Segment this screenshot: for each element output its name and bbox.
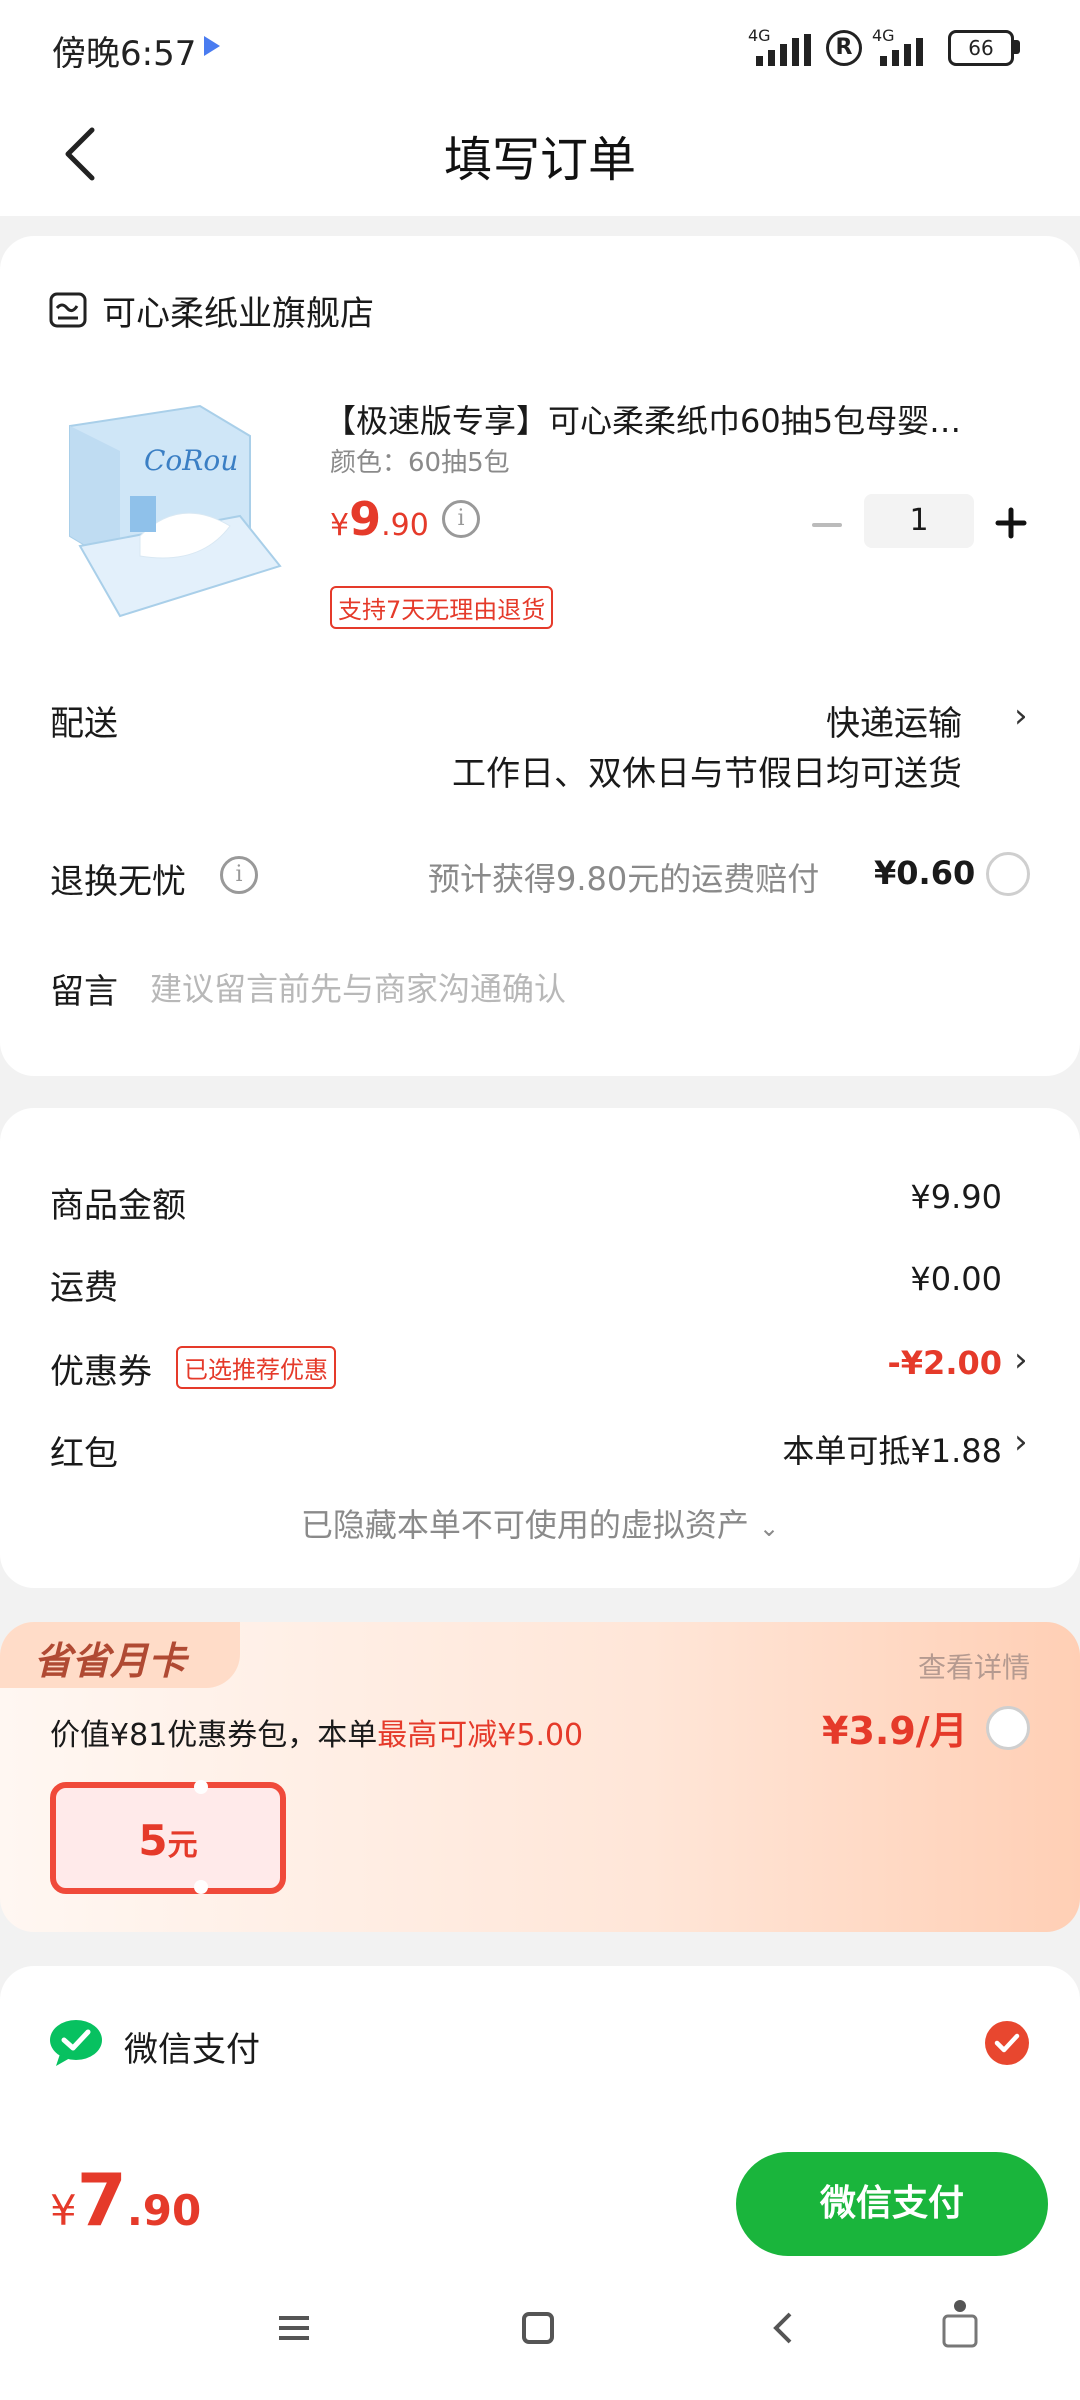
- monthly-card-desc: 价值¥81优惠券包，本单最高可减¥5.00: [50, 1710, 583, 1754]
- product-brand-text: CoRou: [144, 444, 239, 477]
- nav-header: 填写订单: [0, 96, 1080, 216]
- video-app-icon: [204, 36, 220, 56]
- price-decimal: .90: [381, 508, 429, 543]
- delivery-method[interactable]: 快递运输: [826, 696, 962, 745]
- monthly-card-desc-prefix: 价值¥81优惠券包，本单: [50, 1718, 378, 1753]
- status-bar: 傍晚6:57 4G R 4G 66: [0, 0, 1080, 96]
- return-worry-label: 退换无忧: [50, 862, 186, 902]
- signal-icon-2: [872, 34, 932, 66]
- return-policy-tag: 支持7天无理由退货: [330, 586, 554, 629]
- minus-icon[interactable]: [810, 508, 844, 542]
- bottom-checkout-bar: ¥7.90 微信支付: [0, 2110, 1080, 2400]
- redpacket-value[interactable]: 本单可抵¥1.88: [782, 1426, 1002, 1472]
- monthly-card-radio[interactable]: [986, 1706, 1030, 1750]
- product-image[interactable]: CoRou: [50, 396, 290, 626]
- total-price: ¥7.90: [50, 2158, 201, 2242]
- price-symbol: ¥: [330, 508, 350, 543]
- monthly-card-badge: 省省月卡: [34, 1639, 187, 1683]
- battery-icon: 66: [948, 30, 1014, 66]
- store-icon[interactable]: [48, 290, 88, 330]
- goods-amount-value: ¥9.90: [910, 1178, 1002, 1216]
- battery-tip: [1014, 40, 1020, 54]
- wechat-pay-button[interactable]: 微信支付: [736, 2152, 1048, 2256]
- return-worry-radio[interactable]: [986, 852, 1030, 896]
- hidden-assets-toggle[interactable]: 已隐藏本单不可使用的虚拟资产 ⌄: [0, 1500, 1080, 1546]
- monthly-card-banner[interactable]: 省省月卡 查看详情 价值¥81优惠券包，本单最高可减¥5.00 ¥3.9/月 5…: [0, 1622, 1080, 1932]
- coupon-notch-bottom: [194, 1880, 208, 1894]
- return-worry-desc: 预计获得9.80元的运费赔付: [428, 860, 820, 898]
- product-price: ¥9.90: [330, 492, 429, 546]
- plus-icon[interactable]: [994, 506, 1028, 540]
- nav-back-icon[interactable]: [766, 2310, 802, 2346]
- delivery-chevron-icon[interactable]: ›: [1014, 696, 1028, 736]
- monthly-card-detail-link[interactable]: 查看详情: [918, 1646, 1030, 1686]
- hidden-assets-text: 已隐藏本单不可使用的虚拟资产: [300, 1506, 749, 1544]
- total-price-symbol: ¥: [50, 2186, 77, 2235]
- watermark-icon: [942, 2300, 978, 2348]
- roaming-icon: R: [826, 30, 862, 66]
- wechat-pay-icon: [50, 2020, 102, 2066]
- redpacket-chevron-icon[interactable]: ›: [1014, 1422, 1028, 1462]
- price-integer: 9: [349, 492, 382, 546]
- coupon-chevron-icon[interactable]: ›: [1014, 1340, 1028, 1380]
- message-label: 留言: [50, 972, 118, 1012]
- coupon-amount: 5元: [56, 1816, 280, 1865]
- delivery-label: 配送: [50, 704, 118, 744]
- order-card: 可心柔纸业旗舰店 CoRou 【极速版专享】可心柔柔纸巾60抽5包母婴… 颜色：…: [0, 236, 1080, 1076]
- payment-selected-check-icon[interactable]: [984, 2020, 1030, 2066]
- coupon-amount-unit: 元: [167, 1828, 198, 1863]
- return-worry-price: ¥0.60: [874, 854, 976, 892]
- price-summary-card: 商品金额 ¥9.90 运费 ¥0.00 优惠券 已选推荐优惠 -¥2.00 › …: [0, 1108, 1080, 1588]
- coupon-label: 优惠券: [50, 1352, 152, 1392]
- store-name[interactable]: 可心柔纸业旗舰店: [102, 286, 374, 335]
- signal-icon-1: [742, 34, 812, 66]
- chevron-down-icon: ⌄: [759, 1514, 780, 1542]
- message-input[interactable]: 建议留言前先与商家沟通确认: [150, 964, 566, 1010]
- monthly-card-price: ¥3.9/月: [822, 1709, 968, 1753]
- menu-icon[interactable]: [276, 2310, 312, 2346]
- product-spec: 颜色：60抽5包: [330, 448, 510, 478]
- total-price-decimal: .90: [126, 2186, 202, 2235]
- shipping-label: 运费: [50, 1268, 118, 1308]
- page-title: 填写订单: [443, 132, 636, 188]
- monthly-card-desc-highlight: 最高可减¥5.00: [377, 1718, 584, 1753]
- total-price-integer: 7: [76, 2158, 127, 2242]
- coupon-value[interactable]: -¥2.00: [888, 1344, 1003, 1382]
- return-worry-info-icon[interactable]: i: [220, 856, 258, 894]
- coupon-notch-top: [194, 1780, 208, 1794]
- payment-method-label[interactable]: 微信支付: [124, 2022, 260, 2071]
- price-info-icon[interactable]: i: [442, 500, 480, 538]
- home-icon[interactable]: [520, 2310, 556, 2346]
- goods-amount-label: 商品金额: [50, 1186, 186, 1226]
- coupon-amount-value: 5: [138, 1816, 168, 1865]
- status-time: 傍晚6:57: [52, 34, 197, 74]
- quantity-value[interactable]: 1: [864, 494, 974, 548]
- shipping-value: ¥0.00: [910, 1260, 1002, 1298]
- redpacket-label: 红包: [50, 1434, 118, 1474]
- monthly-card-coupon: 5元: [50, 1780, 286, 1894]
- delivery-note: 工作日、双休日与节假日均可送货: [452, 754, 962, 794]
- coupon-recommended-tag: 已选推荐优惠: [176, 1346, 336, 1389]
- product-title[interactable]: 【极速版专享】可心柔柔纸巾60抽5包母婴…: [324, 396, 1044, 442]
